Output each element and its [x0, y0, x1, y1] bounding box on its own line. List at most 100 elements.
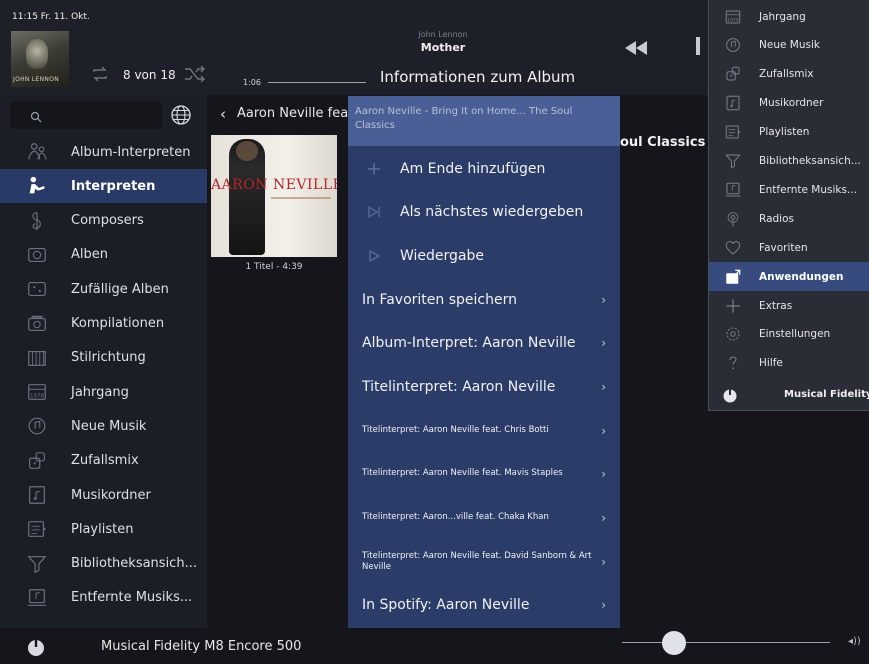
- back-chevron-icon[interactable]: ‹: [220, 105, 226, 123]
- chevron-right-icon: ›: [601, 598, 606, 612]
- sidebar-item-label: Neue Musik: [71, 418, 147, 434]
- panel-link-2[interactable]: Titelinterpret: Aaron Neville ›: [348, 368, 620, 406]
- repeat-icon[interactable]: [90, 66, 110, 86]
- chevron-right-icon: ›: [601, 467, 606, 481]
- album-cover[interactable]: AARON NEVILLE: [211, 135, 337, 257]
- sidebar-item-8[interactable]: Neue Musik: [0, 409, 207, 443]
- sidebar-item-2[interactable]: Composers: [0, 204, 207, 238]
- sidebar-item-7[interactable]: 1978 Jahrgang: [0, 375, 207, 409]
- chevron-right-icon: ›: [601, 555, 606, 569]
- track-progress[interactable]: [268, 82, 366, 83]
- popup-item-label: Entfernte Musiks...: [759, 183, 857, 196]
- track-position: 8 von 18: [123, 68, 176, 82]
- panel-link-5[interactable]: Titelinterpret: Aaron...ville feat. Chak…: [348, 499, 620, 537]
- compilations-icon: [22, 311, 52, 337]
- play-next-icon: [354, 205, 394, 219]
- panel-link-3[interactable]: Titelinterpret: Aaron Neville feat. Chri…: [348, 412, 620, 450]
- sidebar-item-label: Playlisten: [71, 521, 134, 537]
- sidebar-item-11[interactable]: Playlisten: [0, 512, 207, 546]
- panel-link-0[interactable]: In Favoriten speichern ›: [348, 281, 620, 319]
- volume-slider[interactable]: [622, 642, 830, 643]
- sidebar-item-9[interactable]: Zufallsmix: [0, 444, 207, 478]
- panel-link-label: Titelinterpret: Aaron Neville feat. Mavi…: [362, 468, 563, 479]
- panel-link-1[interactable]: Album-Interpret: Aaron Neville ›: [348, 324, 620, 362]
- heart-icon: [722, 238, 744, 258]
- new-music-icon: [722, 35, 744, 55]
- popup-item-11[interactable]: Einstellungen: [709, 320, 869, 349]
- sidebar-item-label: Composers: [71, 213, 144, 229]
- sidebar-item-1[interactable]: Interpreten: [0, 169, 207, 204]
- svg-text:1978: 1978: [30, 394, 44, 400]
- panel-link-label: Album-Interpret: Aaron Neville: [362, 335, 576, 351]
- panel-link-label: Titelinterpret: Aaron...ville feat. Chak…: [362, 512, 549, 523]
- panel-link-label: Titelinterpret: Aaron Neville: [362, 379, 556, 395]
- sidebar-item-10[interactable]: Musikordner: [0, 478, 207, 512]
- sidebar-item-13[interactable]: Entfernte Musiks...: [0, 581, 207, 615]
- sidebar-item-label: Musikordner: [71, 487, 151, 503]
- random-albums-icon: [22, 276, 52, 302]
- sidebar-item-6[interactable]: Stilrichtung: [0, 341, 207, 375]
- plus-icon: [354, 162, 394, 176]
- panel-action-0[interactable]: Am Ende hinzufügen: [348, 149, 620, 189]
- popup-device-name[interactable]: Musical Fidelity: [784, 389, 869, 400]
- popup-item-label: Extras: [759, 299, 793, 312]
- chevron-right-icon: ›: [601, 511, 606, 525]
- pause-button[interactable]: [696, 37, 700, 55]
- sidebar-item-label: Alben: [71, 247, 108, 263]
- popup-item-5[interactable]: Bibliotheksansich...: [709, 147, 869, 176]
- device-name[interactable]: Musical Fidelity M8 Encore 500: [101, 639, 301, 654]
- remote-music-icon: [722, 180, 744, 200]
- panel-link-6[interactable]: Titelinterpret: Aaron Neville feat. Davi…: [348, 543, 620, 581]
- album-artists-icon: [22, 139, 52, 165]
- popup-item-6[interactable]: Entfernte Musiks...: [709, 175, 869, 204]
- popup-item-1[interactable]: Neue Musik: [709, 31, 869, 60]
- sidebar-item-0[interactable]: Album-Interpreten: [0, 135, 207, 169]
- popup-item-4[interactable]: Playlisten: [709, 118, 869, 147]
- popup-item-label: Zufallsmix: [759, 68, 814, 81]
- popup-item-8[interactable]: Favoriten: [709, 233, 869, 262]
- popup-item-10[interactable]: Extras: [709, 291, 869, 320]
- sidebar-item-5[interactable]: Kompilationen: [0, 307, 207, 341]
- radio-icon: [722, 209, 744, 229]
- panel-link-label: Titelinterpret: Aaron Neville feat. Davi…: [362, 550, 592, 572]
- back-title[interactable]: Aaron Neville feat: [237, 106, 350, 121]
- extras-icon: [722, 296, 744, 316]
- popup-item-12[interactable]: Hilfe: [709, 349, 869, 378]
- globe-icon[interactable]: [170, 104, 192, 130]
- panel-action-2[interactable]: Wiedergabe: [348, 236, 620, 276]
- chevron-right-icon: ›: [601, 380, 606, 394]
- previous-track-icon[interactable]: [624, 40, 648, 59]
- remote-music-icon: [22, 585, 52, 611]
- popup-item-7[interactable]: Radios: [709, 204, 869, 233]
- panel-action-1[interactable]: Als nächstes wiedergeben: [348, 192, 620, 232]
- shuffle-icon[interactable]: [184, 65, 206, 86]
- popup-item-2[interactable]: Zufallsmix: [709, 60, 869, 89]
- popup-item-label: Musikordner: [759, 97, 824, 110]
- panel-link-label: In Spotify: Aaron Neville: [362, 597, 530, 613]
- panel-link-7[interactable]: In Spotify: Aaron Neville ›: [348, 586, 620, 624]
- chevron-right-icon: ›: [601, 293, 606, 307]
- sidebar-item-4[interactable]: Zufällige Alben: [0, 272, 207, 306]
- new-music-icon: [22, 413, 52, 439]
- sidebar-item-label: Interpreten: [71, 178, 156, 194]
- now-playing-cover[interactable]: JOHN LENNON: [11, 31, 69, 87]
- sidebar-item-12[interactable]: Bibliotheksansich...: [0, 547, 207, 581]
- cover-portrait: [26, 39, 48, 69]
- panel-link-4[interactable]: Titelinterpret: Aaron Neville feat. Mavi…: [348, 455, 620, 493]
- popup-power-icon[interactable]: [722, 387, 738, 407]
- popup-item-9[interactable]: Anwendungen: [709, 262, 869, 292]
- play-icon: [354, 249, 394, 263]
- popup-item-label: Playlisten: [759, 126, 810, 139]
- popup-item-label: Radios: [759, 212, 794, 225]
- panel-action-label: Wiedergabe: [400, 248, 485, 264]
- sidebar-item-3[interactable]: Alben: [0, 238, 207, 272]
- popup-item-label: Jahrgang: [759, 10, 806, 23]
- volume-knob[interactable]: [662, 631, 686, 655]
- settings-icon: [722, 324, 744, 344]
- random-mix-icon: [22, 448, 52, 474]
- search-icon: [30, 108, 42, 127]
- popup-item-3[interactable]: Musikordner: [709, 89, 869, 118]
- album-heading: oul Classics: [620, 135, 706, 150]
- power-icon[interactable]: [26, 637, 46, 661]
- popup-item-0[interactable]: 1978 Jahrgang: [709, 2, 869, 31]
